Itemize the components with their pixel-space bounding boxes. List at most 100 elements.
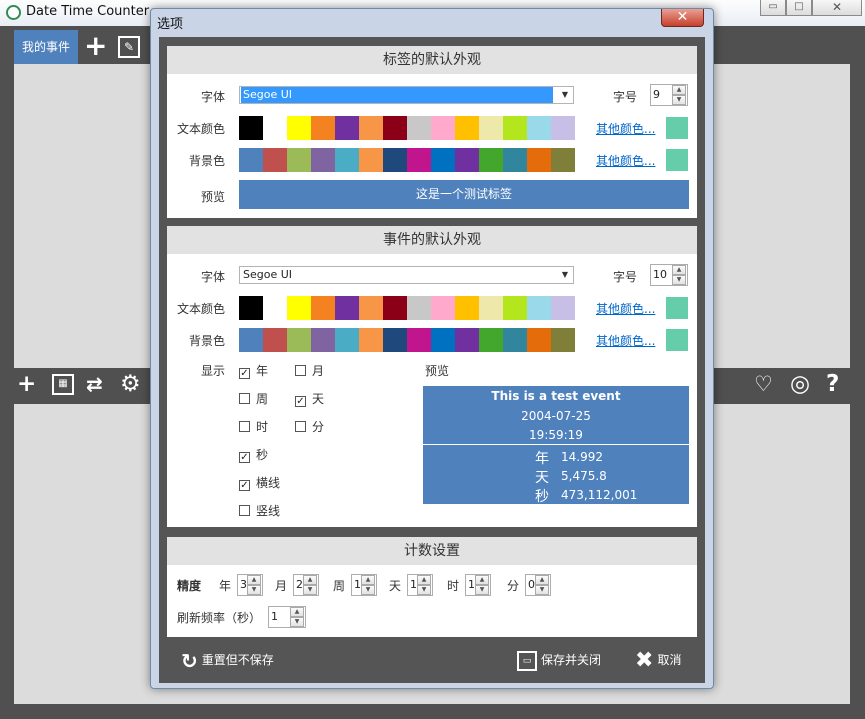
color-swatch[interactable] (551, 296, 575, 320)
dialog-close-button[interactable]: ✕ (661, 9, 704, 27)
refresh-stepper[interactable]: 1 ▲ ▼ (268, 606, 306, 628)
label-bg-more-colors-link[interactable]: 其他颜色... (596, 152, 655, 169)
spin-down-icon[interactable]: ▼ (361, 585, 375, 595)
color-swatch[interactable] (311, 148, 335, 172)
color-swatch[interactable] (455, 148, 479, 172)
spin-up-icon[interactable]: ▲ (361, 575, 375, 585)
color-swatch[interactable] (551, 116, 575, 140)
event-bg-more-colors-link[interactable]: 其他颜色... (596, 332, 655, 349)
checkbox-box[interactable] (239, 505, 250, 516)
color-swatch[interactable] (431, 116, 455, 140)
precision-stepper-hour[interactable]: 1 ▲ ▼ (465, 574, 491, 596)
color-swatch[interactable] (503, 296, 527, 320)
color-swatch[interactable] (431, 148, 455, 172)
color-swatch[interactable] (383, 116, 407, 140)
color-swatch[interactable] (239, 116, 263, 140)
add-event-icon[interactable]: + (17, 370, 36, 398)
checkbox-box[interactable] (239, 421, 250, 432)
spin-up-icon[interactable]: ▲ (247, 575, 261, 585)
spin-up-icon[interactable]: ▲ (417, 575, 431, 585)
spin-down-icon[interactable]: ▼ (303, 585, 317, 595)
gear-icon[interactable]: ⚙ (120, 370, 141, 398)
color-swatch[interactable] (239, 148, 263, 172)
checkbox-day[interactable]: ✓ 天 (295, 390, 324, 407)
close-main-icon[interactable]: ✕ (812, 0, 862, 16)
color-swatch[interactable] (503, 328, 527, 352)
color-swatch[interactable] (527, 148, 551, 172)
color-swatch[interactable] (407, 148, 431, 172)
color-swatch[interactable] (407, 296, 431, 320)
color-swatch[interactable] (407, 328, 431, 352)
color-swatch[interactable] (263, 148, 287, 172)
color-swatch[interactable] (479, 328, 503, 352)
checkmark-icon[interactable]: ✓ (239, 480, 250, 491)
color-swatch[interactable] (479, 116, 503, 140)
color-swatch[interactable] (503, 148, 527, 172)
color-swatch[interactable] (551, 148, 575, 172)
color-swatch[interactable] (359, 296, 383, 320)
checkbox-month[interactable]: 月 (295, 362, 324, 378)
color-swatch[interactable] (503, 116, 527, 140)
color-swatch[interactable] (287, 116, 311, 140)
color-swatch[interactable] (479, 148, 503, 172)
color-swatch[interactable] (335, 148, 359, 172)
precision-stepper-year[interactable]: 3 ▲ ▼ (237, 574, 263, 596)
label-text-more-colors-link[interactable]: 其他颜色... (596, 120, 655, 137)
favorite-add-icon[interactable]: ♡ (754, 370, 773, 398)
checkbox-year[interactable]: ✓ 年 (239, 362, 268, 379)
color-swatch[interactable] (287, 296, 311, 320)
color-swatch[interactable] (335, 328, 359, 352)
checkmark-icon[interactable]: ✓ (295, 396, 306, 407)
precision-stepper-month[interactable]: 2 ▲ ▼ (293, 574, 319, 596)
color-swatch[interactable] (311, 116, 335, 140)
swap-icon[interactable]: ⇄ (86, 370, 103, 398)
color-swatch[interactable] (383, 328, 407, 352)
spin-down-icon[interactable]: ▼ (475, 585, 489, 595)
spin-down-icon[interactable]: ▼ (535, 585, 549, 595)
color-swatch[interactable] (527, 296, 551, 320)
color-swatch[interactable] (263, 116, 287, 140)
color-swatch[interactable] (527, 328, 551, 352)
spin-down-icon[interactable]: ▼ (247, 585, 261, 595)
color-swatch[interactable] (455, 116, 479, 140)
event-bg-color-chip[interactable] (666, 329, 688, 351)
color-swatch[interactable] (407, 116, 431, 140)
save-close-button[interactable]: ▭ 保存并关闭 (517, 650, 601, 671)
color-swatch[interactable] (287, 148, 311, 172)
spin-down-icon[interactable]: ▼ (417, 585, 431, 595)
checkbox-box[interactable] (295, 421, 306, 432)
checkbox-box[interactable] (295, 365, 306, 376)
checkbox-minute[interactable]: 分 (295, 418, 324, 434)
color-swatch[interactable] (527, 116, 551, 140)
cancel-button[interactable]: ✖ 取消 (635, 649, 681, 671)
color-swatch[interactable] (551, 328, 575, 352)
spin-up-icon[interactable]: ▲ (535, 575, 549, 585)
grid-icon[interactable]: ▦ (52, 374, 74, 395)
color-swatch[interactable] (455, 296, 479, 320)
color-swatch[interactable] (383, 148, 407, 172)
spin-up-icon[interactable]: ▲ (475, 575, 489, 585)
checkbox-box[interactable] (239, 393, 250, 404)
label-bg-color-chip[interactable] (666, 149, 688, 171)
color-swatch[interactable] (263, 328, 287, 352)
checkbox-week[interactable]: 周 (239, 390, 268, 406)
label-text-color-chip[interactable] (666, 117, 688, 139)
spin-down-icon[interactable]: ▼ (290, 617, 304, 627)
color-swatch[interactable] (359, 116, 383, 140)
color-swatch[interactable] (383, 296, 407, 320)
minimize-icon[interactable]: ▭ (760, 0, 786, 16)
event-size-stepper[interactable]: 10 ▲ ▼ (650, 264, 688, 286)
spin-down-icon[interactable]: ▼ (672, 95, 686, 105)
spin-up-icon[interactable]: ▲ (672, 85, 686, 95)
help-icon[interactable]: ? (826, 370, 839, 398)
color-swatch[interactable] (479, 296, 503, 320)
label-size-stepper[interactable]: 9 ▲ ▼ (650, 84, 688, 106)
add-tab-icon[interactable]: + (84, 32, 107, 60)
spin-up-icon[interactable]: ▲ (290, 607, 304, 617)
color-swatch[interactable] (239, 296, 263, 320)
maximize-icon[interactable]: □ (786, 0, 812, 16)
checkbox-second[interactable]: ✓ 秒 (239, 446, 268, 463)
color-swatch[interactable] (431, 296, 455, 320)
label-font-select[interactable]: Segoe UI ▼ (239, 86, 574, 104)
checkbox-vertical-line[interactable]: 竖线 (239, 502, 280, 518)
